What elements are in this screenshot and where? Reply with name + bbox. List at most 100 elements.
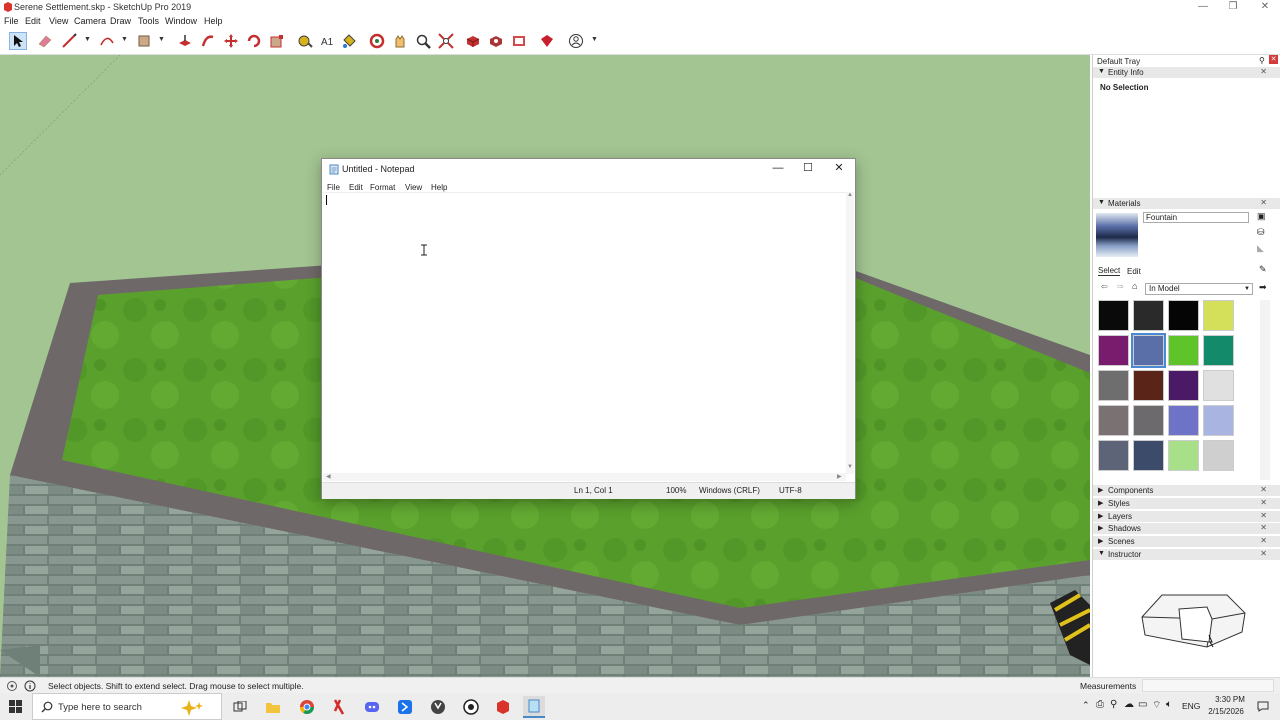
- notepad-menu-edit[interactable]: Edit: [349, 183, 363, 192]
- volume-icon[interactable]: 🔈︎: [1166, 699, 1172, 710]
- tray-overflow-icon[interactable]: ⌃: [1082, 700, 1090, 711]
- tape-measure-tool-icon[interactable]: [296, 32, 314, 50]
- menu-window[interactable]: Window: [165, 16, 197, 26]
- layers-header[interactable]: ▶ Layers ✕: [1093, 511, 1280, 522]
- material-swatch[interactable]: [1133, 300, 1164, 331]
- notepad-close-button[interactable]: ✕: [825, 161, 853, 175]
- account-tool-icon[interactable]: [567, 32, 585, 50]
- menu-help[interactable]: Help: [204, 16, 223, 26]
- move-tool-icon[interactable]: [222, 32, 240, 50]
- line-tool-dropdown-icon[interactable]: ▼: [84, 36, 91, 43]
- push-pull-tool-icon[interactable]: [176, 32, 194, 50]
- wifi-icon[interactable]: ⌔: [1152, 699, 1161, 712]
- minimize-button[interactable]: —: [1188, 0, 1218, 14]
- location-icon[interactable]: ⚲: [1110, 699, 1117, 710]
- scale-tool-icon[interactable]: [268, 32, 286, 50]
- material-swatch[interactable]: [1168, 300, 1199, 331]
- onedrive-icon[interactable]: ☁: [1124, 699, 1134, 710]
- layout-tool-icon[interactable]: [510, 32, 528, 50]
- geo-location-icon[interactable]: [6, 680, 18, 692]
- forward-arrow-icon[interactable]: ⇨: [1117, 282, 1124, 291]
- create-material-icon[interactable]: ▣: [1257, 211, 1266, 222]
- pan-tool-icon[interactable]: [391, 32, 409, 50]
- material-swatch[interactable]: [1098, 335, 1129, 366]
- material-swatch[interactable]: [1133, 370, 1164, 401]
- notepad-maximize-button[interactable]: ☐: [794, 161, 822, 175]
- line-tool-icon[interactable]: [60, 32, 78, 50]
- file-explorer-icon[interactable]: [262, 696, 284, 718]
- scenes-header[interactable]: ▶ Scenes ✕: [1093, 536, 1280, 547]
- notepad-taskbar-icon[interactable]: [523, 696, 545, 718]
- scroll-up-icon[interactable]: ▲: [847, 192, 853, 198]
- eraser-tool-icon[interactable]: [36, 32, 54, 50]
- text-tool-icon[interactable]: A1: [319, 32, 337, 50]
- notifications-icon[interactable]: [1257, 701, 1269, 712]
- entity-info-header[interactable]: ▼ Entity Info ✕: [1093, 67, 1280, 78]
- details-arrow-icon[interactable]: ➡: [1259, 282, 1267, 293]
- rotate-tool-icon[interactable]: [245, 32, 263, 50]
- material-swatch[interactable]: [1133, 405, 1164, 436]
- info-icon[interactable]: [24, 680, 36, 692]
- notepad-menu-format[interactable]: Format: [370, 183, 395, 192]
- materials-tab-edit[interactable]: Edit: [1127, 267, 1141, 276]
- network-icon[interactable]: ⎙: [1096, 699, 1104, 710]
- circle-app-icon[interactable]: [427, 696, 449, 718]
- shadows-header[interactable]: ▶ Shadows ✕: [1093, 523, 1280, 534]
- chrome-icon[interactable]: [296, 696, 318, 718]
- clock-date[interactable]: 2/15/2026: [1202, 707, 1250, 716]
- menu-edit[interactable]: Edit: [25, 16, 41, 26]
- notepad-menu-help[interactable]: Help: [431, 183, 447, 192]
- material-swatch[interactable]: [1098, 405, 1129, 436]
- arc-tool-icon[interactable]: [98, 32, 116, 50]
- notepad-text-area[interactable]: [323, 192, 846, 475]
- notepad-minimize-button[interactable]: —: [764, 161, 792, 175]
- battery-icon[interactable]: ▭: [1138, 699, 1147, 710]
- components-header[interactable]: ▶ Components ✕: [1093, 485, 1280, 496]
- menu-view[interactable]: View: [49, 16, 68, 26]
- menu-draw[interactable]: Draw: [110, 16, 131, 26]
- material-swatch[interactable]: [1203, 370, 1234, 401]
- account-dropdown-icon[interactable]: ▼: [591, 36, 598, 43]
- material-swatch[interactable]: [1203, 405, 1234, 436]
- material-swatch[interactable]: [1203, 335, 1234, 366]
- materials-tab-select[interactable]: Select: [1098, 266, 1121, 276]
- clock-time[interactable]: 3:30 PM: [1210, 695, 1250, 704]
- material-swatch[interactable]: [1131, 333, 1166, 368]
- paint-icon[interactable]: ⛁: [1257, 227, 1265, 238]
- measurements-input[interactable]: [1142, 679, 1274, 692]
- scroll-left-icon[interactable]: ◀: [326, 473, 331, 480]
- red-app-icon[interactable]: [328, 696, 350, 718]
- swatch-scrollbar[interactable]: [1260, 300, 1270, 480]
- notepad-menu-view[interactable]: View: [405, 183, 422, 192]
- materials-header[interactable]: ▼ Materials ✕: [1093, 198, 1280, 209]
- tray-close-icon[interactable]: ✕: [1269, 55, 1278, 64]
- material-swatch[interactable]: [1168, 335, 1199, 366]
- material-swatch[interactable]: [1098, 370, 1129, 401]
- close-button[interactable]: ✕: [1250, 0, 1280, 14]
- orbit-tool-icon[interactable]: [368, 32, 386, 50]
- sketchup-taskbar-icon[interactable]: [492, 696, 514, 718]
- instructor-header[interactable]: ▼ Instructor ✕: [1093, 549, 1280, 560]
- material-swatch[interactable]: [1203, 300, 1234, 331]
- select-tool-icon[interactable]: [9, 32, 27, 50]
- 3d-warehouse-tool-icon[interactable]: [464, 32, 482, 50]
- menu-tools[interactable]: Tools: [138, 16, 159, 26]
- eyedropper-icon[interactable]: ✎: [1259, 264, 1267, 275]
- maximize-button[interactable]: ❐: [1218, 0, 1248, 14]
- material-name-field[interactable]: Fountain: [1143, 212, 1249, 223]
- task-view-icon[interactable]: [229, 696, 251, 718]
- material-swatch[interactable]: [1168, 370, 1199, 401]
- follow-me-tool-icon[interactable]: [199, 32, 217, 50]
- material-swatch[interactable]: [1203, 440, 1234, 471]
- github-icon[interactable]: [460, 696, 482, 718]
- notepad-menu-file[interactable]: File: [327, 183, 340, 192]
- blue-app-icon[interactable]: [394, 696, 416, 718]
- collection-dropdown[interactable]: In Model ▼: [1145, 283, 1253, 295]
- notepad-window[interactable]: Untitled - Notepad — ☐ ✕ File Edit Forma…: [321, 158, 856, 499]
- rectangle-tool-icon[interactable]: [135, 32, 153, 50]
- material-swatch[interactable]: [1168, 405, 1199, 436]
- material-swatch[interactable]: [1098, 300, 1129, 331]
- material-swatch[interactable]: [1168, 440, 1199, 471]
- scroll-down-icon[interactable]: ▼: [847, 464, 853, 470]
- scroll-right-icon[interactable]: ▶: [837, 473, 842, 480]
